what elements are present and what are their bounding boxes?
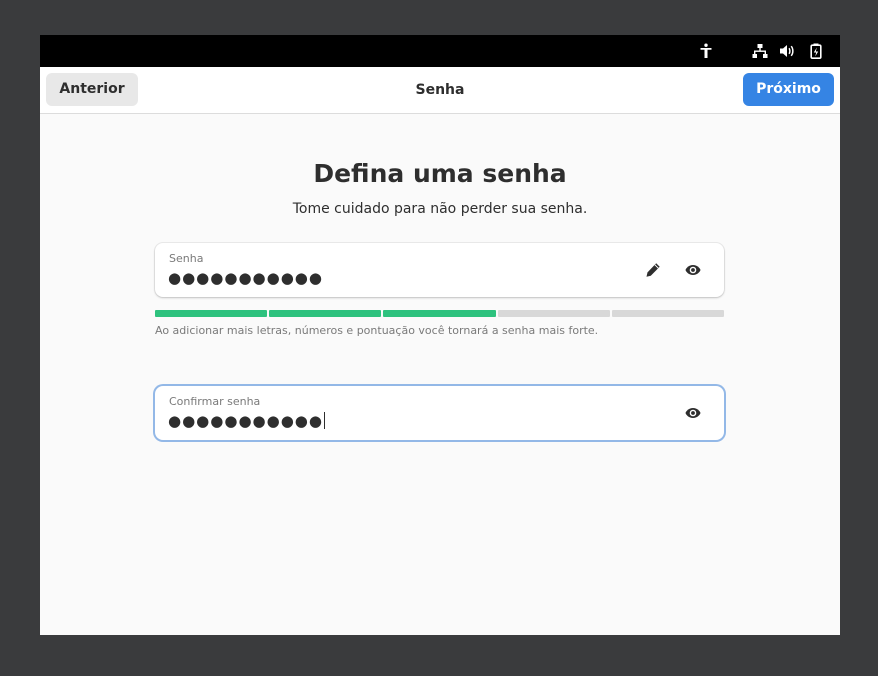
eye-icon[interactable] [685, 405, 701, 421]
page-title: Defina uma senha [313, 159, 567, 188]
confirm-password-field[interactable]: Confirmar senha ●●●●●●●●●●● [155, 386, 724, 440]
header-bar: Senha Anterior Próximo [40, 67, 840, 114]
password-value: ●●●●●●●●●●● [168, 269, 323, 287]
volume-icon[interactable] [779, 43, 795, 59]
top-bar [40, 35, 840, 67]
pencil-icon[interactable] [645, 262, 661, 278]
confirm-password-value-wrap: ●●●●●●●●●●● [168, 412, 325, 430]
network-icon[interactable] [752, 43, 768, 59]
strength-segment [155, 310, 268, 317]
password-field[interactable]: Senha ●●●●●●●●●●● [155, 243, 724, 297]
password-strength-meter [155, 310, 725, 317]
strength-segment [269, 310, 382, 317]
confirm-password-value: ●●●●●●●●●●● [168, 412, 323, 430]
next-button[interactable]: Próximo [743, 73, 834, 106]
page-subtitle: Tome cuidado para não perder sua senha. [292, 201, 588, 217]
strength-segment [383, 310, 496, 317]
eye-icon[interactable] [685, 262, 701, 278]
back-button[interactable]: Anterior [46, 73, 138, 106]
confirm-password-label: Confirmar senha [169, 395, 261, 408]
strength-segment [611, 310, 725, 317]
password-label: Senha [169, 252, 204, 265]
strength-segment [497, 310, 610, 317]
battery-icon[interactable] [808, 43, 824, 59]
installer-window: Senha Anterior Próximo Defina uma senha … [40, 35, 840, 635]
accessibility-icon[interactable] [698, 43, 714, 59]
header-title: Senha [415, 82, 465, 98]
text-caret [323, 412, 325, 429]
password-hint: Ao adicionar mais letras, números e pont… [155, 324, 599, 337]
